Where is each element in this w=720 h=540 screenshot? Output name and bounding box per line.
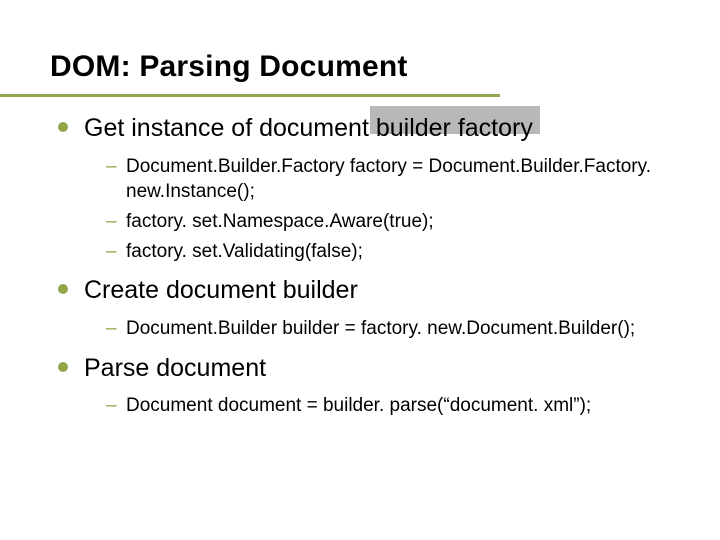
- list-item-label: Create document builder: [84, 274, 680, 308]
- list-item-label: Get instance of document builder factory: [84, 112, 680, 146]
- bullet-list: Get instance of document builder factory…: [58, 112, 680, 419]
- sub-list: Document document = builder. parse(“docu…: [106, 393, 680, 419]
- slide: DOM: Parsing Document Get instance of do…: [0, 0, 720, 459]
- list-item: Get instance of document builder factory…: [58, 112, 680, 264]
- list-item-label: Parse document: [84, 352, 680, 386]
- accent-line: [0, 94, 500, 97]
- sub-list-item: factory. set.Validating(false);: [106, 239, 680, 265]
- list-item: Parse document Document document = build…: [58, 352, 680, 419]
- sub-list: Document.Builder.Factory factory = Docum…: [106, 154, 680, 265]
- list-item: Create document builder Document.Builder…: [58, 274, 680, 341]
- title-area: DOM: Parsing Document: [50, 50, 680, 84]
- sub-list-item: factory. set.Namespace.Aware(true);: [106, 209, 680, 235]
- sub-list-item: Document.Builder builder = factory. new.…: [106, 316, 680, 342]
- sub-list: Document.Builder builder = factory. new.…: [106, 316, 680, 342]
- slide-title: DOM: Parsing Document: [50, 50, 680, 84]
- sub-list-item: Document document = builder. parse(“docu…: [106, 393, 680, 419]
- sub-list-item: Document.Builder.Factory factory = Docum…: [106, 154, 680, 205]
